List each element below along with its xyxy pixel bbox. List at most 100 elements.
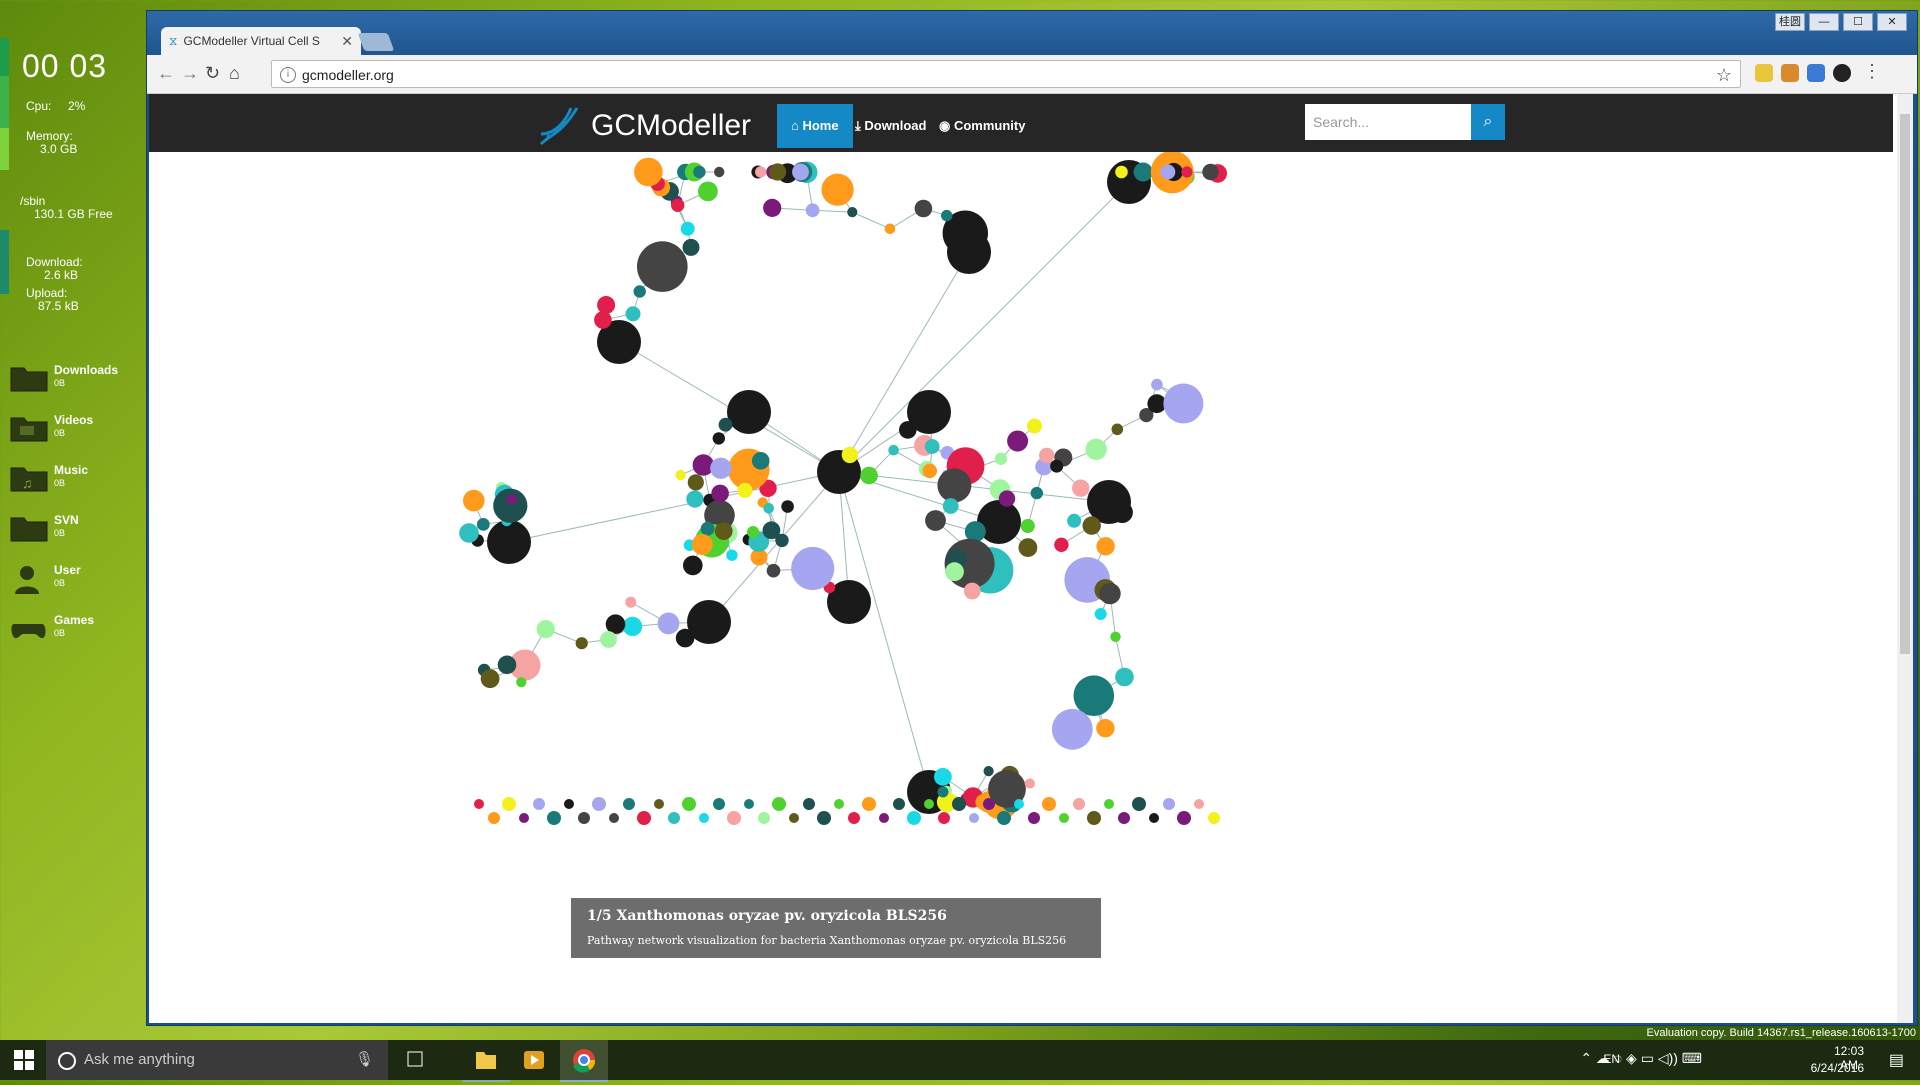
network-node[interactable] bbox=[937, 468, 971, 502]
network-node[interactable] bbox=[1115, 166, 1128, 179]
network-node[interactable] bbox=[719, 418, 733, 432]
network-node[interactable] bbox=[676, 629, 695, 648]
network-node[interactable] bbox=[634, 285, 646, 297]
network-node[interactable] bbox=[1208, 812, 1220, 824]
network-node[interactable] bbox=[984, 766, 994, 776]
network-node[interactable] bbox=[686, 491, 703, 508]
network-node[interactable] bbox=[772, 797, 786, 811]
network-node[interactable] bbox=[943, 498, 959, 514]
network-node[interactable] bbox=[547, 811, 561, 825]
network-node[interactable] bbox=[634, 158, 663, 187]
menu-icon[interactable]: ⋮ bbox=[1863, 61, 1881, 82]
page-scrollbar[interactable] bbox=[1897, 94, 1913, 1023]
network-node[interactable] bbox=[463, 490, 485, 512]
search-input[interactable]: Search... bbox=[1305, 104, 1471, 140]
network-node[interactable] bbox=[710, 458, 731, 479]
network-node[interactable] bbox=[537, 620, 555, 638]
network-node[interactable] bbox=[1074, 675, 1115, 716]
network-node[interactable] bbox=[1151, 379, 1163, 391]
network-node[interactable] bbox=[688, 474, 704, 490]
network-node[interactable] bbox=[1052, 709, 1093, 750]
network-node[interactable] bbox=[924, 799, 934, 809]
network-node[interactable] bbox=[763, 503, 774, 514]
network-node[interactable] bbox=[938, 787, 949, 798]
network-node[interactable] bbox=[769, 163, 786, 180]
network-node[interactable] bbox=[999, 490, 1015, 506]
network-node[interactable] bbox=[533, 798, 545, 810]
windows-start-icon[interactable] bbox=[14, 1050, 34, 1070]
extension-icon[interactable] bbox=[1807, 64, 1825, 82]
network-node[interactable] bbox=[752, 452, 770, 470]
scroll-thumb[interactable] bbox=[1900, 114, 1910, 654]
network-node[interactable] bbox=[791, 547, 834, 590]
pathway-network[interactable] bbox=[149, 152, 1893, 1023]
network-node[interactable] bbox=[594, 311, 612, 329]
network-node[interactable] bbox=[934, 768, 952, 786]
network-node[interactable] bbox=[879, 813, 889, 823]
network-node[interactable] bbox=[789, 813, 799, 823]
tray-icons[interactable]: ⌃ ☁ ◌ ◈ ▭ ◁)) ⌨ bbox=[1580, 1050, 1702, 1067]
network-node[interactable] bbox=[1019, 538, 1038, 557]
network-node[interactable] bbox=[727, 390, 771, 434]
network-node[interactable] bbox=[945, 562, 964, 581]
network-node[interactable] bbox=[1177, 811, 1191, 825]
network-node[interactable] bbox=[592, 797, 606, 811]
network-node[interactable] bbox=[995, 453, 1007, 465]
network-node[interactable] bbox=[711, 485, 729, 503]
network-node[interactable] bbox=[727, 811, 741, 825]
network-node[interactable] bbox=[578, 812, 590, 824]
network-node[interactable] bbox=[1149, 813, 1159, 823]
network-node[interactable] bbox=[969, 813, 979, 823]
network-node[interactable] bbox=[693, 166, 705, 178]
folder-music[interactable]: ♫ Music0B bbox=[10, 464, 88, 492]
minimize-button[interactable]: — bbox=[1809, 13, 1839, 31]
back-icon[interactable]: ← bbox=[157, 63, 175, 84]
network-node[interactable] bbox=[1163, 798, 1175, 810]
network-node[interactable] bbox=[502, 797, 516, 811]
network-node[interactable] bbox=[626, 306, 641, 321]
network-node[interactable] bbox=[767, 564, 781, 578]
notification-icon[interactable]: ▤ bbox=[1889, 1050, 1904, 1070]
network-node[interactable] bbox=[925, 439, 940, 454]
network-node[interactable] bbox=[564, 799, 574, 809]
network-node[interactable] bbox=[726, 550, 737, 561]
network-node[interactable] bbox=[1194, 799, 1204, 809]
tab-close-icon[interactable]: ✕ bbox=[341, 33, 353, 50]
extension-icon[interactable] bbox=[1755, 64, 1773, 82]
network-node[interactable] bbox=[1112, 502, 1133, 523]
network-node[interactable] bbox=[1059, 813, 1069, 823]
network-node[interactable] bbox=[1132, 797, 1146, 811]
network-node[interactable] bbox=[747, 526, 759, 538]
network-node[interactable] bbox=[1095, 608, 1107, 620]
maximize-button[interactable]: ☐ bbox=[1843, 13, 1873, 31]
network-node[interactable] bbox=[1160, 165, 1175, 180]
reload-icon[interactable]: ↻ bbox=[205, 63, 220, 84]
network-node[interactable] bbox=[668, 812, 680, 824]
network-node[interactable] bbox=[758, 812, 770, 824]
network-node[interactable] bbox=[1096, 719, 1114, 737]
network-node[interactable] bbox=[952, 797, 966, 811]
folder-downloads[interactable]: Downloads0B bbox=[10, 364, 118, 392]
network-node[interactable] bbox=[803, 798, 815, 810]
network-node[interactable] bbox=[481, 669, 500, 688]
network-node[interactable] bbox=[938, 812, 950, 824]
network-node[interactable] bbox=[1163, 384, 1203, 424]
file-explorer-icon[interactable] bbox=[462, 1040, 510, 1082]
network-node[interactable] bbox=[692, 534, 713, 555]
network-node[interactable] bbox=[899, 421, 917, 439]
network-node[interactable] bbox=[964, 583, 981, 600]
network-node[interactable] bbox=[516, 677, 526, 687]
home-icon[interactable]: ⌂ bbox=[229, 63, 240, 84]
network-node[interactable] bbox=[488, 812, 500, 824]
network-node[interactable] bbox=[1073, 798, 1085, 810]
network-node[interactable] bbox=[893, 798, 905, 810]
network-node[interactable] bbox=[1054, 538, 1068, 552]
network-node[interactable] bbox=[925, 510, 946, 531]
extension-icon[interactable] bbox=[1833, 64, 1851, 82]
task-view-icon[interactable] bbox=[392, 1040, 440, 1080]
network-node[interactable] bbox=[698, 182, 718, 202]
network-node[interactable] bbox=[683, 556, 703, 576]
network-node[interactable] bbox=[637, 241, 688, 292]
network-node[interactable] bbox=[600, 631, 617, 648]
folder-games[interactable]: Games0B bbox=[10, 614, 94, 642]
